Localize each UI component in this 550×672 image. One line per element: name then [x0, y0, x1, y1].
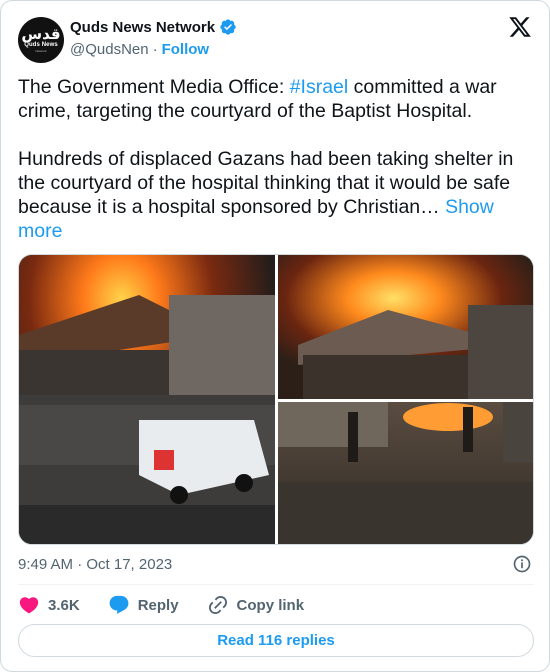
action-bar: 3.6K Reply Copy link	[18, 594, 332, 616]
follow-button[interactable]: Follow	[162, 41, 210, 58]
avatar[interactable]: قدس Quds News Network	[18, 17, 64, 63]
link-icon	[208, 595, 227, 615]
photo-hospital-courtyard-fire[interactable]	[19, 255, 275, 544]
reply-label: Reply	[137, 596, 179, 614]
info-icon[interactable]	[512, 554, 532, 574]
copy-link-label: Copy link	[236, 596, 305, 614]
reply-bubble-icon	[109, 595, 129, 614]
tweet-text: The Government Media Office: #Israel com…	[18, 75, 536, 243]
author-handle-row: @QudsNen · Follow	[70, 41, 209, 58]
reply-button[interactable]: Reply	[108, 594, 179, 616]
avatar-glyph: قدس	[21, 25, 61, 43]
separator-dot: ·	[152, 41, 158, 58]
author-name-row: Quds News Network	[70, 18, 237, 36]
read-replies-button[interactable]: Read 116 replies	[18, 624, 534, 657]
heart-icon	[19, 597, 39, 614]
tweet-timestamp[interactable]: 9:49 AM · Oct 17, 2023	[18, 556, 172, 573]
divider	[18, 584, 534, 585]
media-grid	[18, 254, 534, 545]
like-count: 3.6K	[48, 596, 80, 614]
verified-badge-icon	[220, 19, 236, 35]
photo-burning-building[interactable]	[278, 255, 533, 399]
tweet-embed-card: قدس Quds News Network Quds News Network …	[0, 0, 550, 672]
avatar-sub: Network	[35, 49, 47, 53]
tweet-text-prefix: The Government Media Office:	[18, 76, 290, 98]
x-logo-icon[interactable]	[508, 15, 532, 39]
read-replies-label: Read 116 replies	[217, 632, 335, 649]
author-handle[interactable]: @QudsNen	[70, 41, 149, 58]
author-name[interactable]: Quds News Network	[70, 19, 215, 36]
like-button[interactable]: 3.6K	[18, 594, 80, 616]
copy-link-button[interactable]: Copy link	[207, 594, 305, 616]
hashtag-link[interactable]: #Israel	[290, 76, 349, 98]
avatar-mark: Quds News	[24, 42, 58, 48]
photo-debris-street[interactable]	[278, 402, 533, 544]
